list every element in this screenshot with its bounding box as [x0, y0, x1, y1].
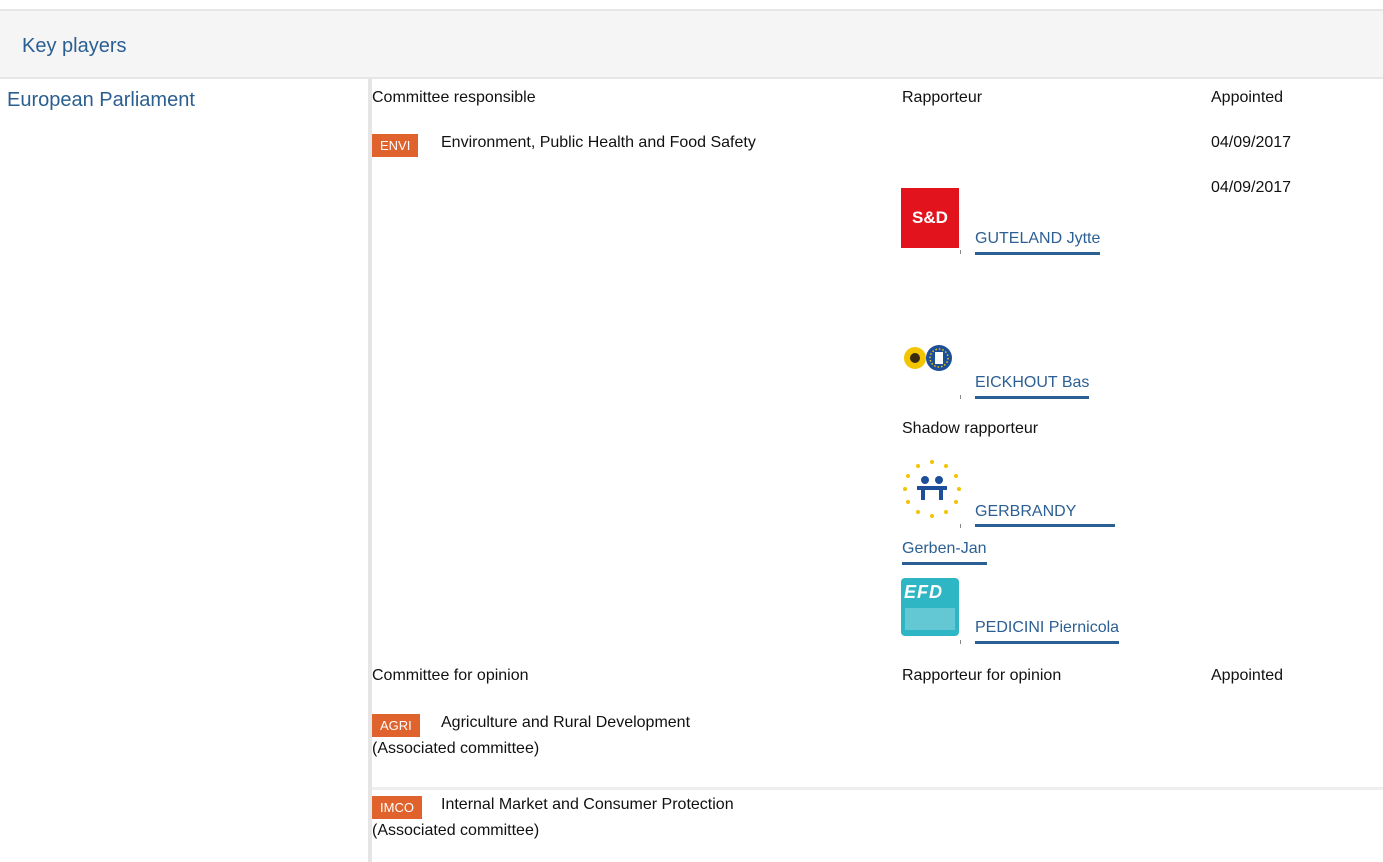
- committee-note-agri: (Associated committee): [372, 740, 540, 757]
- rapporteur-header: Rapporteur: [902, 89, 983, 106]
- committee-name-agri: Agriculture and Rural Development: [441, 714, 691, 731]
- row-divider: [372, 787, 1383, 790]
- rapporteur-link-eickhout[interactable]: EICKHOUT Bas: [975, 374, 1090, 399]
- committee-responsible-header: Committee responsible: [372, 89, 536, 106]
- shadow-link-gerbrandy-line1[interactable]: GERBRANDY: [975, 503, 1076, 521]
- appointed-date-2: 04/09/2017: [1211, 179, 1292, 196]
- committee-badge-imco[interactable]: IMCO: [372, 796, 422, 819]
- header-band: [0, 11, 1383, 79]
- alde-group-logo: [901, 458, 963, 525]
- shadow-link-pedicini[interactable]: PEDICINI Piernicola: [975, 619, 1120, 644]
- committee-note-imco: (Associated committee): [372, 822, 540, 839]
- committee-name-imco: Internal Market and Consumer Protection: [441, 796, 734, 813]
- section-title: Key players: [22, 35, 127, 57]
- shadow-rapporteur-label: Shadow rapporteur: [902, 420, 1039, 437]
- committee-badge-envi[interactable]: ENVI: [372, 134, 419, 157]
- tick-mark: [960, 640, 961, 644]
- link-underline: [975, 524, 1115, 527]
- appointed-opinion-header: Appointed: [1211, 667, 1284, 684]
- appointed-header: Appointed: [1211, 89, 1284, 106]
- committee-opinion-header: Committee for opinion: [372, 667, 529, 684]
- rapporteur-link-guteland[interactable]: GUTELAND Jytte: [975, 230, 1101, 255]
- sd-group-logo: S&D: [901, 188, 959, 248]
- appointed-date-1: 04/09/2017: [1211, 134, 1292, 151]
- committee-name-envi: Environment, Public Health and Food Safe…: [441, 134, 756, 151]
- tick-mark: [960, 395, 961, 399]
- greens-efa-logo: [901, 343, 959, 378]
- shadow-link-gerbrandy-line2[interactable]: Gerben-Jan: [902, 540, 987, 565]
- institution-name[interactable]: European Parliament: [7, 89, 195, 112]
- tick-mark: [960, 250, 961, 254]
- tick-mark: [960, 524, 961, 528]
- rapporteur-opinion-header: Rapporteur for opinion: [902, 667, 1062, 684]
- committee-badge-agri[interactable]: AGRI: [372, 714, 420, 737]
- efd-group-logo: EFD: [901, 578, 959, 636]
